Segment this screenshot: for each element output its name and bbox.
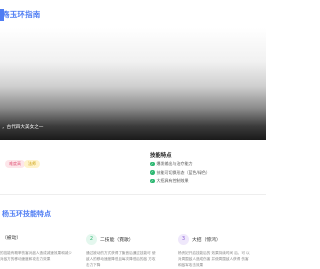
feature-text: 爆发输出与治疗能力 bbox=[156, 161, 193, 166]
skill-card-header: 3 大招（惊鸿） bbox=[178, 234, 221, 245]
features-list: ✓ 爆发输出与治疗能力 ✓ 技能可切换形态（蓝色/绿色） ✓ 大招具有控制效果 bbox=[150, 160, 210, 186]
skill-name: （被动） bbox=[2, 236, 22, 241]
skill-description: 杨贵妃开启技能后的 效果持续时间 后，可 以对周围敌人造成伤害 并使周围敌人获得… bbox=[178, 251, 250, 267]
skill-number-badge: 3 bbox=[178, 234, 189, 245]
top-bar: 殇玉环指南 bbox=[0, 0, 266, 30]
features-title: 技能特点 bbox=[150, 153, 172, 159]
feature-text: 大招具有控制效果 bbox=[156, 178, 189, 183]
feature-item: ✓ 技能可切换形态（蓝色/绿色） bbox=[150, 169, 210, 178]
skill-name: 大招（惊鸿） bbox=[192, 238, 221, 243]
skill-description: 通过被动的方式获得了聚音后通过技能可 使敌人的移动速度降低且每次降低后的敌 方攻… bbox=[86, 251, 156, 267]
feature-text: 技能可切换形态（蓝色/绿色） bbox=[156, 169, 210, 175]
difficulty-tag: 难度高 bbox=[5, 160, 25, 168]
check-icon: ✓ bbox=[150, 161, 155, 167]
hero-caption: ，古代四大美女之一 bbox=[2, 125, 44, 130]
check-icon: ✓ bbox=[150, 170, 155, 175]
skill-card-3[interactable]: 3 大招（惊鸿） 杨贵妃开启技能后的 效果持续时间 后，可 以对周围敌人造成伤害 … bbox=[176, 226, 254, 269]
feature-item: ✓ 大招具有控制效果 bbox=[150, 177, 210, 186]
skill-name: 二技能（霓歌） bbox=[100, 238, 134, 243]
skill-card-passive[interactable]: （被动） 的技能有概率伤害对敌人造成减速效果和减少 对敌方的移动速度和攻击力效果 bbox=[0, 226, 74, 269]
check-icon: ✓ bbox=[150, 178, 155, 184]
skill-card-header: 2 二技能（霓歌） bbox=[86, 234, 134, 245]
page-title: 殇玉环指南 bbox=[2, 10, 41, 19]
skill-description: 的技能有概率伤害对敌人造成减速效果和减少 对敌方的移动速度和攻击力效果 bbox=[0, 251, 72, 261]
role-tag: 法师 bbox=[24, 160, 40, 168]
skills-section-title: 杨玉环技能特点 bbox=[2, 210, 51, 218]
feature-item: ✓ 爆发输出与治疗能力 bbox=[150, 160, 210, 169]
info-panel: 难度高 法师 技能特点 ✓ 爆发输出与治疗能力 ✓ 技能可切换形态（蓝色/绿色） ✓… bbox=[0, 140, 266, 194]
skill-card-header: （被动） bbox=[2, 234, 21, 241]
section-divider bbox=[0, 194, 266, 195]
skill-card-2[interactable]: 2 二技能（霓歌） 通过被动的方式获得了聚音后通过技能可 使敌人的移动速度降低且每… bbox=[84, 226, 162, 269]
skill-number-badge: 2 bbox=[86, 234, 97, 245]
